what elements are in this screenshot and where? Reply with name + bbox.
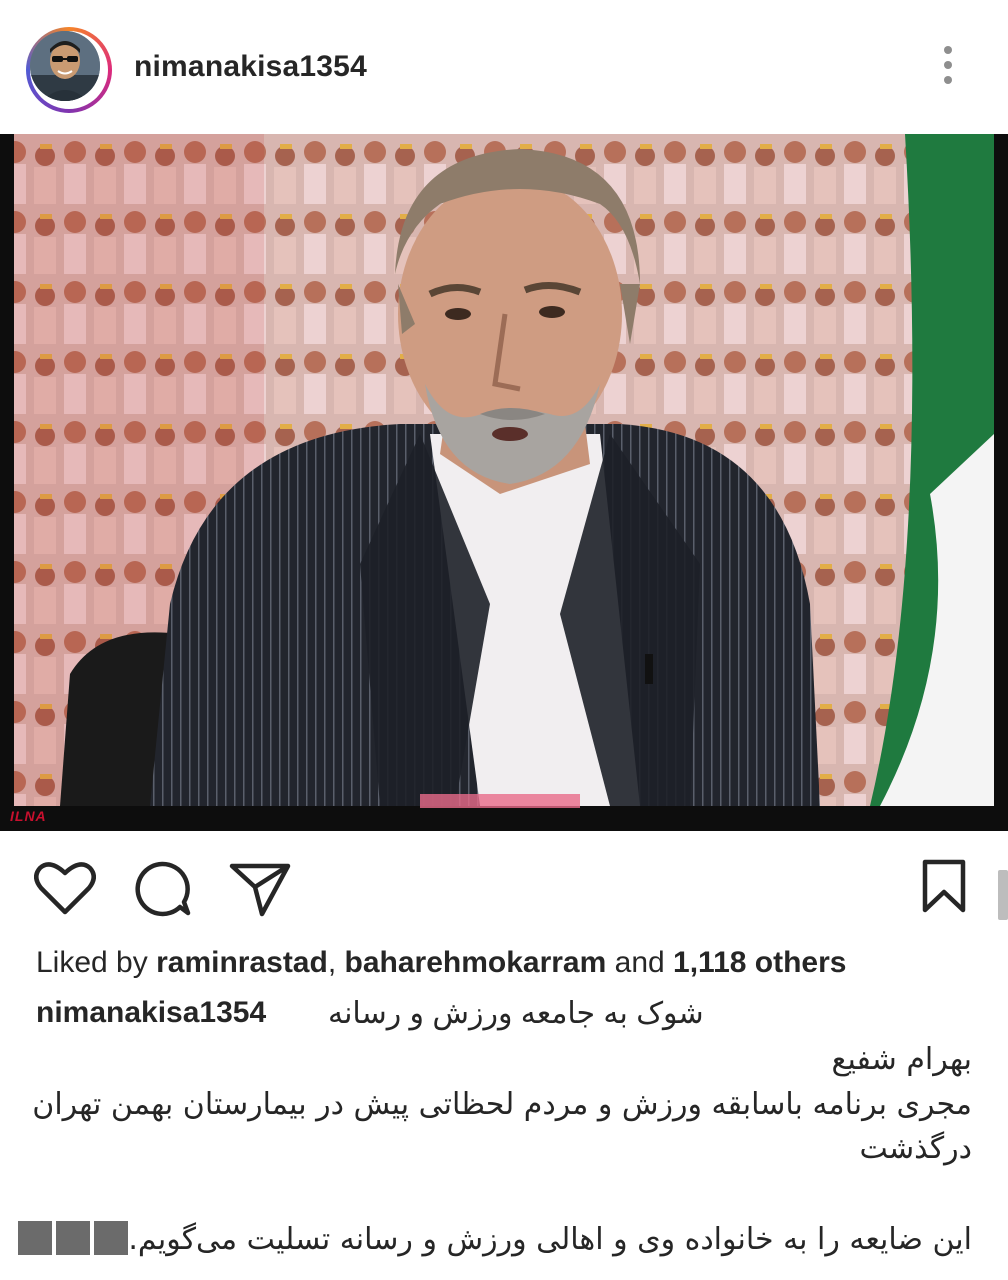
post-username[interactable]: nimanakisa1354 (134, 50, 367, 84)
likes-prefix: Liked by (36, 946, 157, 979)
comment-icon[interactable] (132, 860, 192, 918)
bookmark-icon[interactable] (920, 858, 968, 914)
redaction-block (94, 1221, 129, 1255)
caption-header: nimanakisa1354 شوک به جامعه ورزش و رسانه (36, 996, 976, 1030)
post-header: nimanakisa1354 (0, 0, 1008, 134)
photo-watermark: ILNA (10, 808, 47, 824)
caption-line: بهرام شفیع (831, 1042, 972, 1077)
caption-line: مجری برنامه باسابقه ورزش و مردم لحظاتی پ… (32, 1087, 972, 1122)
avatar-image (30, 31, 100, 101)
caption-line: درگذشت (859, 1131, 972, 1166)
scrollbar-thumb[interactable] (998, 870, 1008, 920)
heart-icon[interactable] (34, 860, 96, 916)
redaction-block (56, 1221, 91, 1255)
redaction-block (18, 1221, 53, 1255)
more-vertical-icon[interactable] (938, 46, 958, 92)
profile-avatar[interactable] (26, 27, 112, 113)
caption-line-condolence: این ضایعه را به خانواده وی و اهالی ورزش … (14, 1221, 972, 1257)
caption-line: شوک به جامعه ورزش و رسانه (328, 997, 704, 1030)
likes-others-link[interactable]: 1,118 others (673, 946, 846, 979)
liker-link[interactable]: raminrastad (156, 946, 328, 979)
likes-summary: Liked by raminrastad, baharehmokarram an… (36, 946, 847, 979)
caption-username[interactable]: nimanakisa1354 (36, 996, 266, 1029)
liker-link[interactable]: baharehmokarram (345, 946, 607, 979)
post-photo[interactable] (0, 134, 1008, 831)
send-icon[interactable] (228, 860, 292, 918)
post-actions (0, 840, 1008, 940)
